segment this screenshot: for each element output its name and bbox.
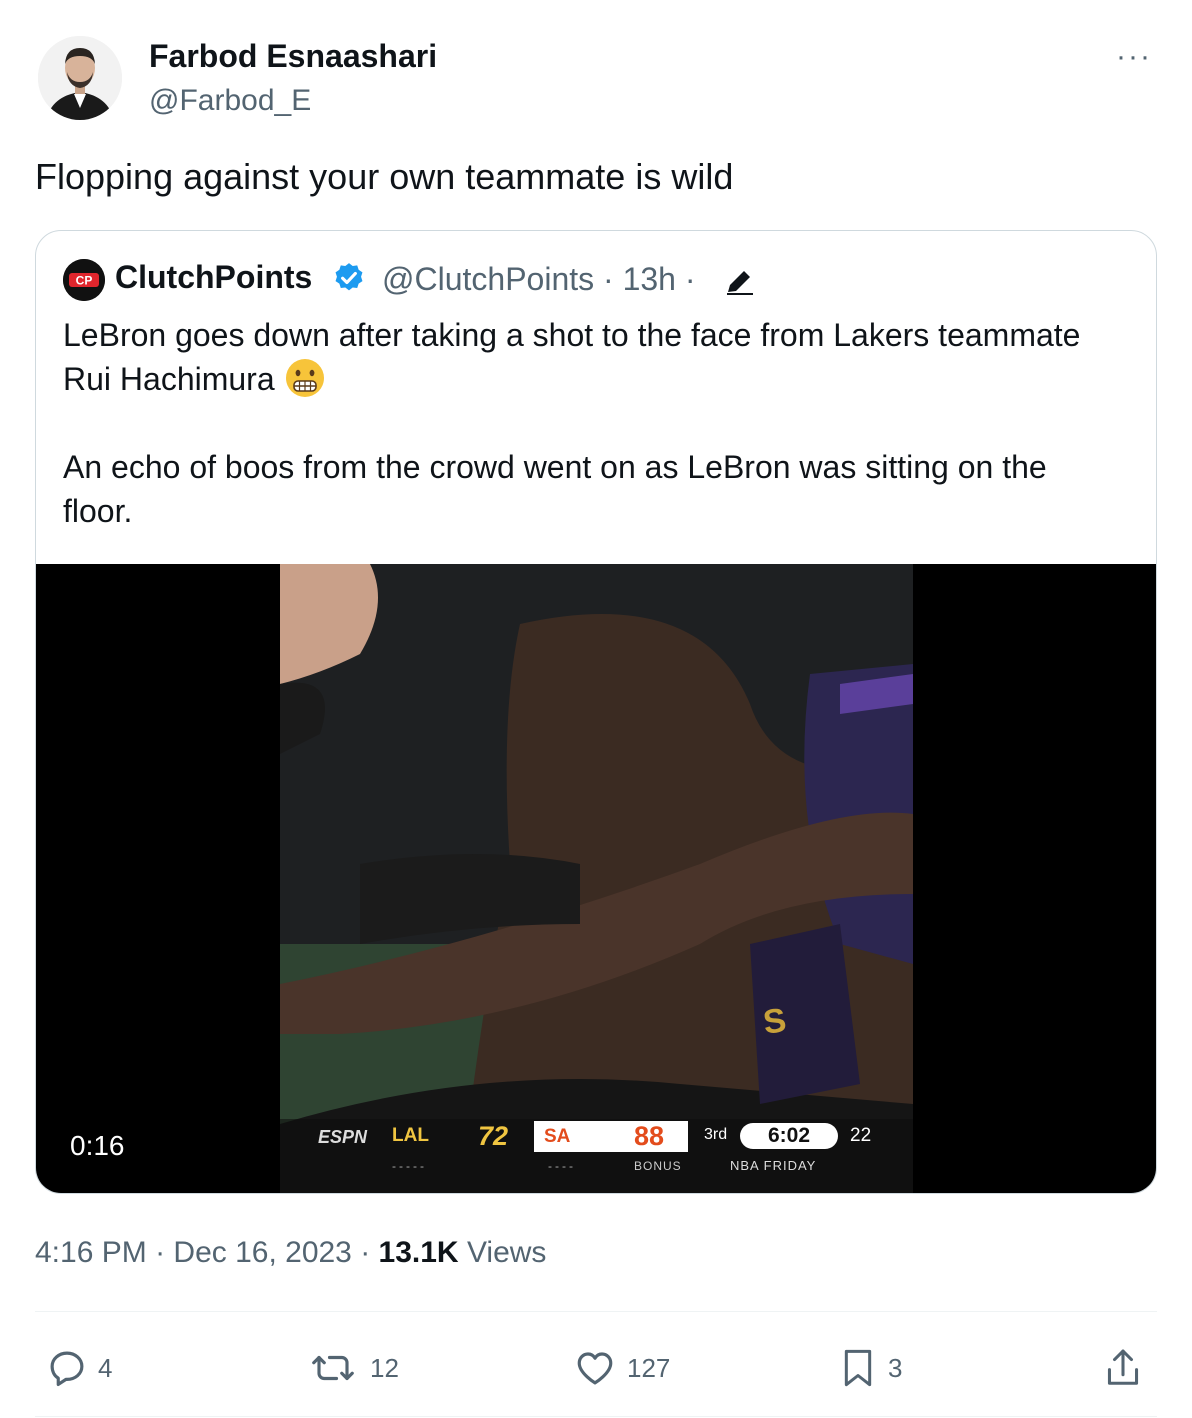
like-button[interactable]: 127 (573, 1346, 670, 1390)
bookmark-count: 3 (888, 1352, 903, 1383)
scoreboard-away-fouls: ---- (548, 1159, 576, 1173)
like-count: 127 (627, 1352, 671, 1383)
scoreboard-home-fouls: ----- (392, 1159, 427, 1173)
divider (35, 1311, 1157, 1312)
author-handle[interactable]: @Farbod_E (149, 84, 311, 118)
scoreboard-away-team: SA (544, 1126, 571, 1147)
reply-count: 4 (98, 1352, 113, 1383)
bookmark-button[interactable]: 3 (838, 1346, 902, 1390)
more-options-icon[interactable]: ··· (1116, 40, 1152, 74)
share-button[interactable] (1102, 1346, 1144, 1390)
scoreboard-network: ESPN (318, 1127, 368, 1147)
tweet-meta: 4:16 PM · Dec 16, 2023 · 13.1K Views (35, 1236, 546, 1270)
meta-separator: · (351, 1236, 379, 1269)
video-player[interactable]: S ESPN LAL 72 SA 88 3rd 6:02 22 ----- --… (36, 564, 1156, 1193)
edited-pencil-icon[interactable] (724, 266, 756, 301)
author-avatar[interactable] (38, 36, 122, 120)
quoted-author-handle[interactable]: @ClutchPoints · 13h · (382, 261, 696, 298)
quoted-text-paragraph-1: LeBron goes down after taking a shot to … (63, 317, 1081, 397)
views-count: 13.1K (378, 1236, 459, 1269)
quoted-text-paragraph-2: An echo of boos from the crowd went on a… (63, 449, 1047, 529)
quoted-tweet[interactable]: CP ClutchPoints @ClutchPoints · 13h · Le… (35, 230, 1157, 1194)
video-duration: 0:16 (70, 1130, 125, 1161)
reply-button[interactable]: 4 (46, 1346, 112, 1390)
bookmark-icon (844, 1349, 872, 1387)
share-icon (1107, 1349, 1139, 1385)
scoreboard-game-clock: 6:02 (767, 1124, 811, 1147)
video-frame[interactable]: S ESPN LAL 72 SA 88 3rd 6:02 22 ----- --… (280, 564, 913, 1193)
views-label: Views (458, 1236, 547, 1269)
meta-separator: · (146, 1236, 174, 1269)
svg-text:CP: CP (76, 274, 93, 288)
grimacing-face-icon (285, 358, 325, 398)
repost-button[interactable]: 12 (306, 1346, 399, 1390)
reply-icon (50, 1351, 84, 1387)
scoreboard-period: 3rd (704, 1126, 728, 1143)
tweet-time[interactable]: 4:16 PM (35, 1236, 147, 1269)
repost-icon (312, 1355, 354, 1381)
scoreboard-home-score: 72 (478, 1121, 509, 1151)
tweet-text: Flopping against your own teammate is wi… (35, 156, 734, 197)
tweet-date[interactable]: Dec 16, 2023 (173, 1236, 351, 1269)
quoted-author-name[interactable]: ClutchPoints (115, 259, 312, 296)
repost-count: 12 (370, 1352, 399, 1383)
author-name[interactable]: Farbod Esnaashari (149, 38, 437, 75)
scoreboard-footer: NBA FRIDAY (730, 1158, 817, 1173)
scoreboard-away-score: 88 (634, 1121, 665, 1151)
scoreboard-home-team: LAL (392, 1125, 429, 1146)
verified-badge-icon (332, 261, 366, 300)
divider (35, 1416, 1157, 1417)
heart-icon (577, 1352, 613, 1385)
scoreboard-bonus: BONUS (634, 1159, 682, 1173)
scoreboard-overlay: ESPN LAL 72 SA 88 3rd 6:02 22 ----- ----… (308, 1121, 888, 1183)
scoreboard-shot-clock: 22 (850, 1125, 872, 1146)
clutchpoints-logo-icon[interactable]: CP (63, 259, 105, 301)
quoted-tweet-text: LeBron goes down after taking a shot to … (63, 313, 1123, 533)
